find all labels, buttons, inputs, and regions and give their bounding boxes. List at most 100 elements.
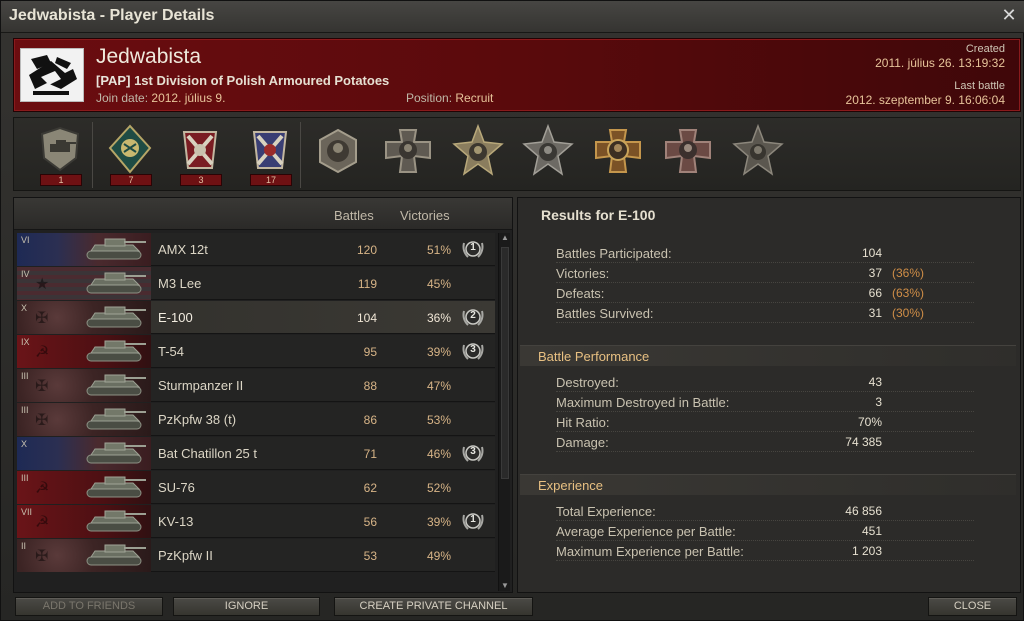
- battles-column-header[interactable]: Battles: [334, 208, 374, 223]
- vehicle-row[interactable]: ★ IV M3 Lee 119 45%: [17, 267, 495, 300]
- join-date-value: 2012. július 9.: [151, 91, 226, 105]
- tier-label: III: [21, 371, 29, 381]
- stat-value: 3: [875, 395, 882, 409]
- vehicle-row[interactable]: ✠ II PzKpfw II 53 49%: [17, 539, 495, 572]
- vehicle-list: VI AMX 12t 120 51% 1 ★ IV M3 Lee 119 45% ✠ X E-100 10…: [17, 233, 495, 591]
- join-date-label: Join date:: [96, 91, 149, 105]
- stat-value: 37: [868, 266, 882, 280]
- stat-label: Defeats:: [556, 286, 605, 301]
- vehicle-list-scrollbar[interactable]: ▲ ▼: [498, 233, 510, 591]
- vehicle-battles: 86: [363, 413, 377, 427]
- mastery-badge-icon: 3: [460, 339, 486, 363]
- stat-value: 70%: [857, 415, 882, 429]
- close-button[interactable]: CLOSE: [928, 597, 1017, 616]
- vehicle-row[interactable]: ✠ III Sturmpanzer II 88 47%: [17, 369, 495, 402]
- stat-row-battles: Battles Participated: 104: [556, 244, 974, 263]
- blue-crossed-shells-medal-icon[interactable]: 17: [242, 124, 298, 186]
- vehicle-victories: 45%: [426, 277, 451, 291]
- vehicle-victories: 47%: [426, 379, 451, 393]
- ignore-button[interactable]: IGNORE: [173, 597, 320, 616]
- close-icon[interactable]: ✕: [999, 5, 1019, 25]
- orange-cross-portrait-medal-icon[interactable]: [590, 124, 646, 186]
- tank-shield-badge-icon[interactable]: 1: [32, 124, 88, 186]
- vehicle-list-header: Battles Victories: [14, 198, 512, 230]
- tier-label: X: [21, 439, 28, 449]
- vehicle-name: Bat Chatillon 25 t: [158, 446, 258, 461]
- player-name: Jedwabista: [96, 45, 202, 68]
- battle-performance-header: Battle Performance: [520, 345, 1016, 366]
- mastery-badge-icon: 2: [460, 305, 486, 329]
- tank-icon: [81, 269, 149, 297]
- stat-percent: (30%): [892, 306, 925, 320]
- stat-row-destroyed: Destroyed: 43: [556, 373, 974, 392]
- vehicle-victories: 39%: [426, 515, 451, 529]
- vehicle-victories: 49%: [426, 549, 451, 563]
- stat-percent: (36%): [892, 266, 925, 280]
- achievements-strip: 1 7 3 17: [13, 117, 1021, 191]
- add-to-friends-button[interactable]: ADD TO FRIENDS: [15, 597, 163, 616]
- vehicle-row[interactable]: X Bat Chatillon 25 t 71 46% 3: [17, 437, 495, 470]
- gold-star-portrait-medal-icon[interactable]: [450, 123, 506, 186]
- hexagon-portrait-medal-icon[interactable]: [310, 124, 366, 186]
- clan-tag: [PAP]: [96, 73, 131, 88]
- position-line: Position: Recruit: [406, 91, 493, 105]
- tank-icon: [81, 473, 149, 501]
- vehicle-battles: 71: [363, 447, 377, 461]
- vehicle-row[interactable]: ✠ X E-100 104 36% 2: [17, 301, 495, 334]
- created-label: Created: [965, 43, 1005, 55]
- victories-column-header[interactable]: Victories: [400, 208, 450, 223]
- stat-value: 1 203: [851, 544, 882, 558]
- silver-star-portrait-medal-icon[interactable]: [520, 123, 576, 186]
- last-battle-value: 2012. szeptember 9. 16:06:04: [845, 93, 1005, 107]
- star-portrait-medal-icon[interactable]: [730, 123, 786, 186]
- red-crossed-shells-medal-icon[interactable]: 3: [172, 124, 228, 186]
- iron-cross-portrait-medal-icon[interactable]: [380, 124, 436, 186]
- clan-emblem-icon: [20, 48, 84, 102]
- scroll-up-icon[interactable]: ▲: [499, 233, 511, 243]
- mastery-badge-icon: 3: [460, 441, 486, 465]
- stat-row-damage: Damage: 74 385: [556, 433, 974, 452]
- tier-label: X: [21, 303, 28, 313]
- vehicle-row[interactable]: ☭ IX T-54 95 39% 3: [17, 335, 495, 368]
- stat-row-max-exp: Maximum Experience per Battle: 1 203: [556, 542, 974, 561]
- title-bar: Jedwabista - Player Details ✕: [1, 1, 1024, 33]
- stat-row-hit-ratio: Hit Ratio: 70%: [556, 413, 974, 432]
- vehicle-name: M3 Lee: [158, 276, 202, 291]
- vehicle-list-panel: Battles Victories VI AMX 12t 120 51% 1 ★ IV M3 …: [13, 197, 513, 593]
- stat-value: 104: [861, 246, 882, 260]
- results-panel: Results for E-100 Battles Participated: …: [517, 197, 1021, 593]
- stat-row-total-exp: Total Experience: 46 856: [556, 502, 974, 521]
- tank-icon: [81, 439, 149, 467]
- clan-line: [PAP] 1st Division of Polish Armoured Po…: [96, 73, 389, 88]
- vehicle-row[interactable]: ☭ III SU-76 62 52%: [17, 471, 495, 504]
- scroll-thumb[interactable]: [501, 247, 509, 479]
- vehicle-name: SU-76: [158, 480, 195, 495]
- flag-emblem-icon: ✠: [35, 548, 49, 565]
- tank-icon: [81, 541, 149, 569]
- stat-label: Hit Ratio:: [556, 415, 610, 430]
- vehicle-row[interactable]: VI AMX 12t 120 51% 1: [17, 233, 495, 266]
- results-title: Results for E-100: [541, 207, 656, 223]
- join-date-line: Join date: 2012. július 9.: [96, 91, 225, 105]
- vehicle-row[interactable]: ✠ III PzKpfw 38 (t) 86 53%: [17, 403, 495, 436]
- stat-label: Maximum Destroyed in Battle:: [556, 395, 730, 410]
- create-private-channel-button[interactable]: CREATE PRIVATE CHANNEL: [334, 597, 533, 616]
- green-diamond-medal-icon[interactable]: 7: [102, 124, 158, 186]
- red-cross-portrait-medal-icon[interactable]: [660, 124, 716, 186]
- tier-label: IX: [21, 337, 30, 347]
- vehicle-name: AMX 12t: [158, 242, 208, 257]
- flag-emblem-icon: ★: [35, 276, 50, 293]
- vehicle-victories: 46%: [426, 447, 451, 461]
- stat-value: 74 385: [845, 435, 882, 449]
- achievement-count: 7: [110, 174, 152, 186]
- tank-icon: [81, 337, 149, 365]
- achievement-count: 1: [40, 174, 82, 186]
- clan-name[interactable]: 1st Division of Polish Armoured Potatoes: [134, 73, 389, 88]
- tier-label: IV: [21, 269, 30, 279]
- vehicle-victories: 52%: [426, 481, 451, 495]
- scroll-down-icon[interactable]: ▼: [499, 581, 511, 591]
- stat-row-avg-exp: Average Experience per Battle: 451: [556, 522, 974, 541]
- vehicle-battles: 95: [363, 345, 377, 359]
- stat-row-victories: Victories: 37 (36%): [556, 264, 974, 283]
- vehicle-row[interactable]: ☭ VII KV-13 56 39% 1: [17, 505, 495, 538]
